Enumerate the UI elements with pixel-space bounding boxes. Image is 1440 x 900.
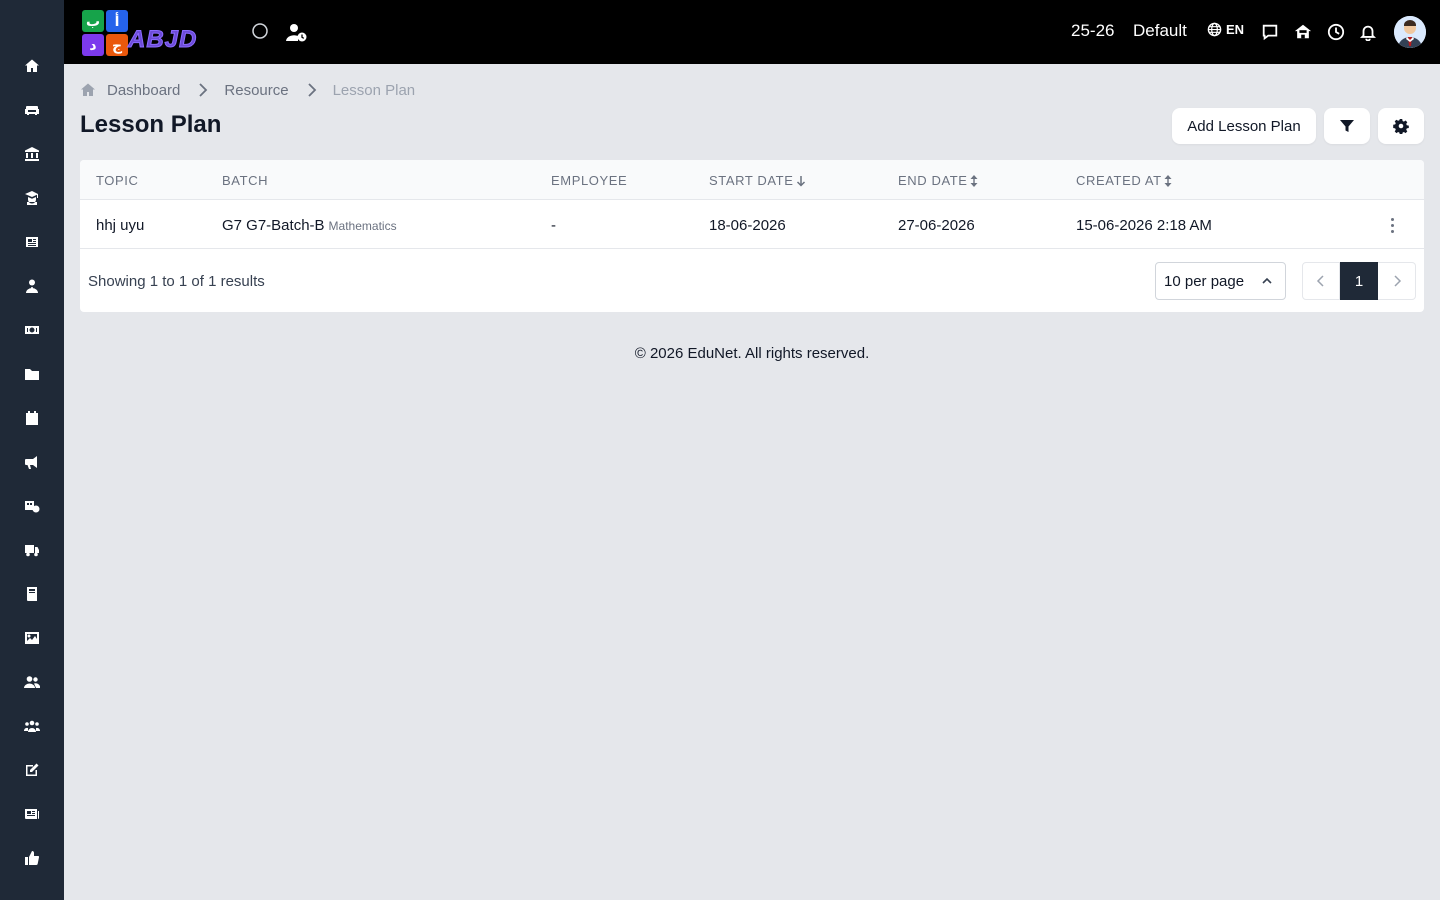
column-header-batch: BATCH (222, 173, 269, 188)
group-icon[interactable] (22, 716, 42, 736)
megaphone-icon[interactable] (22, 452, 42, 472)
bell-icon[interactable] (1357, 20, 1379, 44)
cell-employee: - (551, 217, 556, 234)
sort-down-icon (796, 175, 805, 187)
user-avatar[interactable] (1394, 16, 1426, 48)
cell-end-date: 27-06-2026 (898, 217, 975, 234)
edit-icon[interactable] (22, 760, 42, 780)
chevron-left-icon (1316, 275, 1324, 287)
next-page-button[interactable] (1378, 262, 1416, 300)
news-icon[interactable] (22, 804, 42, 824)
cell-created-at: 15-06-2026 2:18 AM (1076, 217, 1212, 234)
lesson-plan-table-card: TOPIC BATCH EMPLOYEE START DATE END DATE… (80, 160, 1424, 312)
language-switcher[interactable]: EN (1207, 22, 1244, 37)
chevron-right-icon (1393, 275, 1401, 287)
logo-text: ABJD (127, 26, 198, 54)
book-icon[interactable] (22, 584, 42, 604)
thumbs-up-icon[interactable] (22, 848, 42, 868)
logo-letter: ج (106, 34, 128, 56)
column-header-employee: EMPLOYEE (551, 173, 628, 188)
row-actions-icon[interactable] (1382, 215, 1402, 235)
sofa-icon[interactable] (22, 100, 42, 120)
graduate-icon[interactable] (22, 188, 42, 208)
abjd-logo[interactable]: ب أ د ج ABJD (80, 8, 225, 56)
logo-letter: ب (82, 10, 104, 32)
chevron-right-icon (198, 83, 208, 97)
institution-icon[interactable] (22, 144, 42, 164)
school-name[interactable]: Default (1133, 21, 1187, 41)
per-page-value: 10 per page (1164, 272, 1245, 290)
pagination: 1 (1302, 262, 1416, 300)
breadcrumb: Dashboard Resource Lesson Plan (80, 80, 415, 100)
table-header: TOPIC BATCH EMPLOYEE START DATE END DATE… (80, 160, 1424, 200)
user-clock-icon[interactable] (286, 22, 308, 44)
gear-icon (1393, 119, 1409, 134)
sort-icon (970, 174, 978, 187)
filter-button[interactable] (1324, 108, 1370, 144)
column-header-end-date[interactable]: END DATE (898, 173, 978, 188)
prev-page-button[interactable] (1302, 262, 1340, 300)
chevron-right-icon (307, 83, 317, 97)
chevron-up-icon (1262, 277, 1272, 284)
truck-icon[interactable] (22, 540, 42, 560)
add-lesson-plan-button[interactable]: Add Lesson Plan (1172, 108, 1316, 144)
settings-button[interactable] (1378, 108, 1424, 144)
home-icon[interactable] (22, 56, 42, 76)
topbar: ب أ د ج ABJD 25-26 Default EN (64, 0, 1440, 64)
language-label: EN (1226, 22, 1245, 37)
breadcrumb-resource[interactable]: Resource (224, 82, 288, 99)
logo-letter: أ (106, 10, 128, 32)
session-year[interactable]: 25-26 (1071, 21, 1114, 41)
per-page-select[interactable]: 10 per page (1155, 262, 1286, 300)
filter-icon (1340, 120, 1354, 132)
table-row[interactable]: hhj uyu G7 G7-Batch-B Mathematics - 18-06… (80, 201, 1424, 249)
message-icon[interactable] (1259, 20, 1281, 44)
cell-batch: G7 G7-Batch-B Mathematics (222, 217, 397, 234)
breadcrumb-dashboard[interactable]: Dashboard (107, 82, 180, 99)
page-button-1[interactable]: 1 (1340, 262, 1378, 300)
globe-icon (1207, 22, 1222, 37)
circle-toggle-icon[interactable] (249, 20, 271, 42)
newspaper-icon[interactable] (22, 232, 42, 252)
home-icon[interactable] (80, 82, 96, 98)
logo-letter: د (82, 34, 104, 56)
money-icon[interactable] (22, 320, 42, 340)
calendar-icon[interactable] (22, 408, 42, 428)
cell-topic: hhj uyu (96, 217, 145, 234)
clock-icon[interactable] (1325, 20, 1347, 44)
breadcrumb-current: Lesson Plan (332, 81, 416, 99)
results-summary: Showing 1 to 1 of 1 results (88, 273, 265, 290)
person-tie-icon[interactable] (22, 276, 42, 296)
sort-icon (1164, 174, 1172, 187)
users-icon[interactable] (22, 672, 42, 692)
folder-icon[interactable] (22, 364, 42, 384)
column-header-created-at[interactable]: CREATED AT (1076, 173, 1172, 188)
school-home-icon[interactable] (1292, 20, 1314, 44)
page-title: Lesson Plan (80, 111, 222, 138)
cell-subject: Mathematics (328, 219, 397, 233)
cell-start-date: 18-06-2026 (709, 217, 786, 234)
vehicle-gear-icon[interactable] (22, 496, 42, 516)
image-icon[interactable] (22, 628, 42, 648)
sidebar (0, 0, 64, 900)
column-header-topic: TOPIC (96, 173, 139, 188)
footer-copyright: © 2026 EduNet. All rights reserved. (634, 345, 870, 362)
column-header-start-date[interactable]: START DATE (709, 173, 806, 188)
